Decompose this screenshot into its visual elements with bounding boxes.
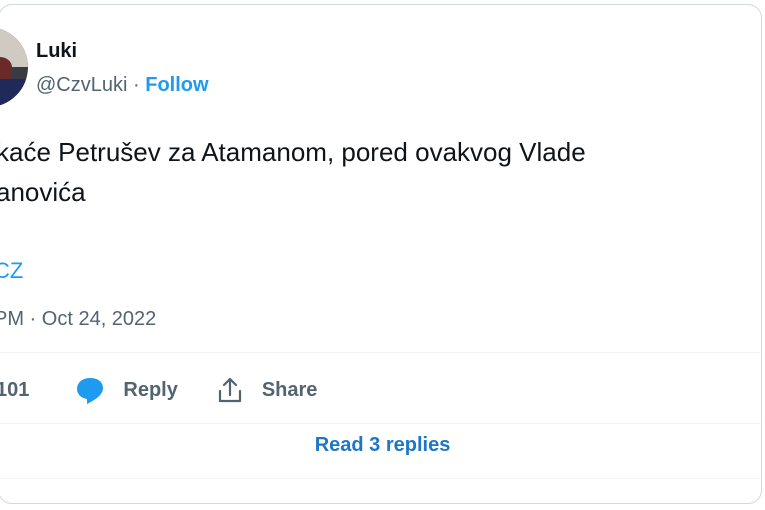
share-label: Share: [261, 378, 318, 401]
divider: [0, 423, 763, 424]
follow-button[interactable]: Follow: [145, 74, 208, 96]
divider: [0, 478, 763, 479]
tweet-text: kaće Petrušev za Atamanom, pored ovakvog…: [0, 132, 765, 212]
separator-dot: ·: [133, 74, 140, 96]
divider: [0, 352, 763, 353]
share-button[interactable]: Share: [216, 376, 318, 404]
read-replies-button[interactable]: Read 3 replies: [0, 434, 765, 457]
action-bar: 101 Reply Share: [0, 370, 317, 410]
tweet-timestamp[interactable]: PM · Oct 24, 2022: [0, 308, 156, 331]
user-handle[interactable]: @CzvLuki: [36, 74, 127, 96]
user-handle-row: @CzvLuki · Follow: [36, 74, 209, 97]
reply-button[interactable]: Reply: [75, 375, 215, 405]
reply-bubble-icon: [77, 378, 104, 404]
avatar[interactable]: [0, 27, 28, 107]
share-icon: [218, 377, 241, 403]
tweet-text-line-1: kaće Petrušev za Atamanom, pored ovakvog…: [0, 137, 586, 167]
user-name[interactable]: Luki: [36, 40, 77, 63]
hashtag-link[interactable]: CZ: [0, 258, 23, 284]
reply-label: Reply: [123, 378, 178, 401]
like-count[interactable]: 101: [0, 379, 29, 402]
tweet-text-line-2: anovića: [0, 177, 86, 207]
